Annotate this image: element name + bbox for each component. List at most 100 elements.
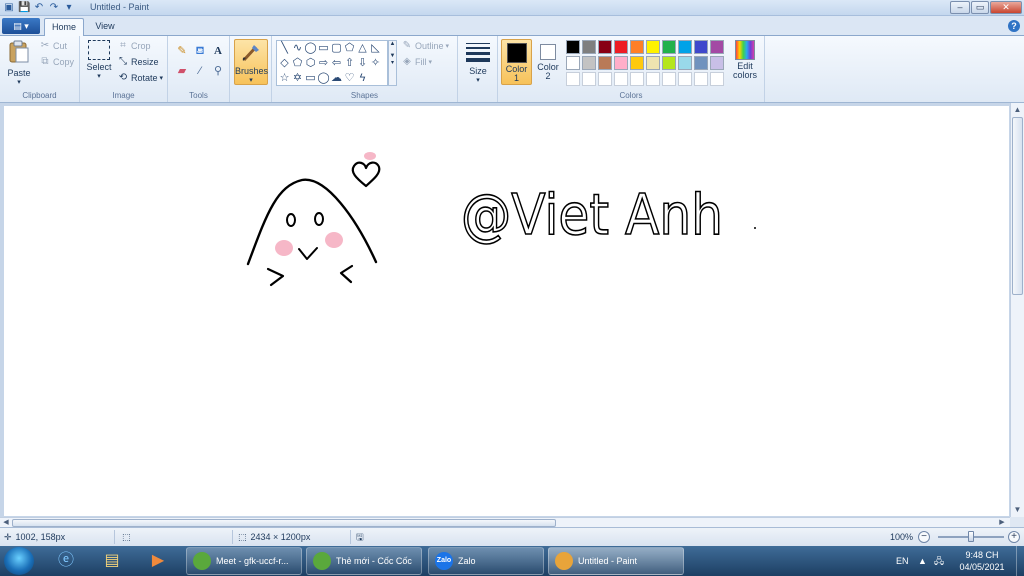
scroll-down-icon[interactable]: ▼: [1011, 503, 1024, 517]
up-arrow-shape-icon[interactable]: ⇧: [343, 57, 356, 70]
palette-custom-slot[interactable]: [710, 72, 724, 86]
magnifier-icon[interactable]: ⚲: [210, 63, 226, 79]
palette-color-swatch[interactable]: [630, 40, 644, 54]
palette-color-swatch[interactable]: [710, 56, 724, 70]
palette-color-swatch[interactable]: [694, 56, 708, 70]
pentagon-shape-icon[interactable]: ⬠: [291, 57, 304, 70]
copy-button[interactable]: ⧉ Copy: [40, 57, 74, 68]
curve-shape-icon[interactable]: ∿: [291, 42, 304, 55]
text-tool-icon[interactable]: A: [210, 43, 226, 59]
palette-color-swatch[interactable]: [662, 56, 676, 70]
palette-custom-slot[interactable]: [582, 72, 596, 86]
select-dropdown-icon[interactable]: ▾: [84, 72, 114, 80]
media-player-icon[interactable]: ▶: [138, 548, 178, 574]
palette-color-swatch[interactable]: [582, 56, 596, 70]
edit-colors-button[interactable]: Edit colors: [730, 39, 760, 80]
color1-button[interactable]: Color 1: [501, 39, 532, 85]
palette-custom-slot[interactable]: [694, 72, 708, 86]
crop-button[interactable]: ⌗ Crop: [118, 41, 150, 52]
palette-custom-slot[interactable]: [630, 72, 644, 86]
help-icon[interactable]: ?: [1008, 20, 1020, 32]
down-arrow-shape-icon[interactable]: ⇩: [356, 57, 369, 70]
palette-custom-slot[interactable]: [646, 72, 660, 86]
shapes-gallery-scroll[interactable]: ▲ ▼ ▾: [388, 40, 397, 86]
palette-color-swatch[interactable]: [710, 40, 724, 54]
vertical-scroll-thumb[interactable]: [1012, 117, 1023, 295]
tray-expand-icon[interactable]: ▲: [918, 546, 927, 576]
taskbar-task[interactable]: Zalo Zalo: [428, 547, 544, 575]
fill-bucket-icon[interactable]: ⛾: [192, 43, 208, 59]
palette-custom-slot[interactable]: [598, 72, 612, 86]
close-button[interactable]: ✕: [990, 1, 1022, 14]
lightning-shape-icon[interactable]: ϟ: [356, 72, 369, 85]
hexagon-shape-icon[interactable]: ⬡: [304, 57, 317, 70]
fill-button[interactable]: ◈ Fill ▾: [402, 57, 432, 68]
palette-color-swatch[interactable]: [646, 56, 660, 70]
scroll-up-icon[interactable]: ▲: [1011, 103, 1024, 117]
palette-color-swatch[interactable]: [662, 40, 676, 54]
taskbar-task[interactable]: Meet - gfk-uccf-r...: [186, 547, 302, 575]
right-triangle-shape-icon[interactable]: ◺: [369, 42, 382, 55]
eraser-icon[interactable]: ▰: [174, 63, 190, 79]
line-shape-icon[interactable]: ╲: [278, 42, 291, 55]
callout-rect-shape-icon[interactable]: ▭: [304, 72, 317, 85]
palette-color-swatch[interactable]: [598, 56, 612, 70]
network-icon[interactable]: 🖧: [934, 546, 944, 576]
start-button-icon[interactable]: [4, 547, 34, 575]
palette-color-swatch[interactable]: [598, 40, 612, 54]
cut-button[interactable]: ✂ Cut: [40, 41, 67, 52]
brushes-button[interactable]: Brushes ▾: [234, 39, 268, 85]
left-arrow-shape-icon[interactable]: ⇦: [330, 57, 343, 70]
taskbar-task[interactable]: Thẻ mới - Cốc Cốc: [306, 547, 422, 575]
heart-shape-icon[interactable]: ♡: [343, 72, 356, 85]
brushes-dropdown-icon[interactable]: ▾: [235, 76, 267, 84]
palette-color-swatch[interactable]: [566, 40, 580, 54]
maximize-button[interactable]: ▭: [971, 1, 989, 14]
triangle-shape-icon[interactable]: △: [356, 42, 369, 55]
horizontal-scroll-thumb[interactable]: [12, 519, 556, 527]
palette-color-swatch[interactable]: [646, 40, 660, 54]
rounded-rect-shape-icon[interactable]: ▢: [330, 42, 343, 55]
palette-color-swatch[interactable]: [614, 56, 628, 70]
size-button[interactable]: Size ▾: [462, 40, 494, 84]
palette-custom-slot[interactable]: [614, 72, 628, 86]
zoom-slider[interactable]: [938, 531, 1004, 542]
resize-button[interactable]: ⤡ Resize: [118, 57, 159, 68]
outline-button[interactable]: ✎ Outline ▾: [402, 41, 449, 52]
paste-dropdown-icon[interactable]: ▾: [4, 78, 34, 86]
palette-color-swatch[interactable]: [582, 40, 596, 54]
size-dropdown-icon[interactable]: ▾: [462, 76, 494, 84]
minimize-button[interactable]: –: [950, 1, 970, 14]
rectangle-shape-icon[interactable]: ▭: [317, 42, 330, 55]
callout-oval-shape-icon[interactable]: ◯: [317, 72, 330, 85]
color-picker-icon[interactable]: ⁄: [192, 63, 208, 79]
internet-explorer-icon[interactable]: ⓔ: [46, 548, 86, 574]
diamond-shape-icon[interactable]: ◇: [278, 57, 291, 70]
paint-app-icon[interactable]: ▣: [3, 2, 15, 14]
polygon-shape-icon[interactable]: ⬠: [343, 42, 356, 55]
undo-icon[interactable]: ↶: [33, 2, 45, 14]
oval-shape-icon[interactable]: ◯: [304, 42, 317, 55]
rotate-dropdown-icon[interactable]: ▾: [160, 74, 164, 82]
save-icon[interactable]: 💾: [18, 2, 30, 14]
customize-dropdown-icon[interactable]: ▾: [63, 2, 75, 14]
palette-custom-slot[interactable]: [566, 72, 580, 86]
file-explorer-icon[interactable]: ▤: [92, 548, 132, 574]
language-indicator[interactable]: EN: [896, 546, 909, 576]
palette-custom-slot[interactable]: [662, 72, 676, 86]
pencil-icon[interactable]: ✎: [174, 43, 190, 59]
palette-color-swatch[interactable]: [678, 56, 692, 70]
six-point-star-shape-icon[interactable]: ✡: [291, 72, 304, 85]
right-arrow-shape-icon[interactable]: ⇨: [317, 57, 330, 70]
tab-home[interactable]: Home: [44, 18, 84, 36]
taskbar-task[interactable]: Untitled - Paint: [548, 547, 684, 575]
palette-color-swatch[interactable]: [630, 56, 644, 70]
vertical-scrollbar[interactable]: ▲ ▼: [1010, 103, 1024, 517]
tab-view[interactable]: View: [88, 18, 122, 36]
palette-color-swatch[interactable]: [694, 40, 708, 54]
paste-button[interactable]: Paste ▾: [4, 40, 34, 86]
callout-cloud-shape-icon[interactable]: ☁: [330, 72, 343, 85]
drawing-canvas[interactable]: @Viet Anh: [4, 106, 1009, 516]
four-point-star-shape-icon[interactable]: ✧: [369, 57, 382, 70]
taskbar-clock[interactable]: 9:48 CH 04/05/2021: [950, 549, 1014, 573]
